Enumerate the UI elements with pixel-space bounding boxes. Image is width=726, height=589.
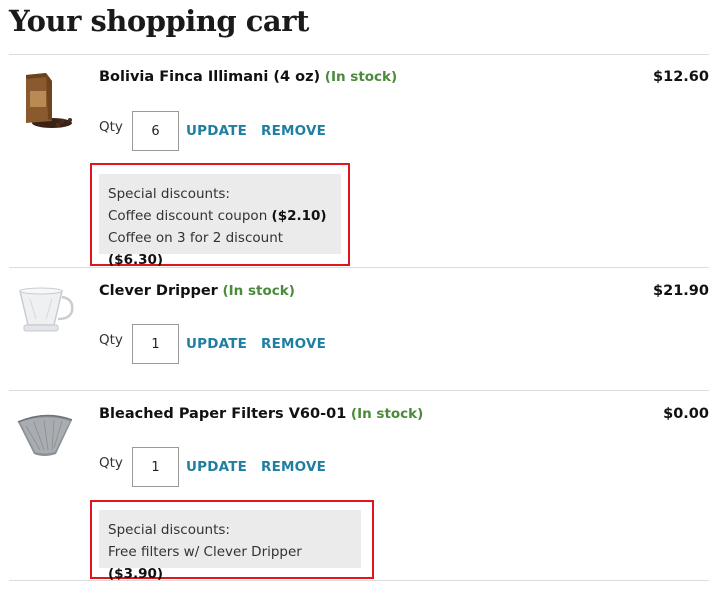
cart-item: Bleached Paper Filters V60-01 (In stock)… [0, 406, 726, 586]
cart-item: Bolivia Finca Illimani (4 oz) (In stock)… [0, 69, 726, 269]
cart-item: Clever Dripper (In stock) $21.90 Qty UPD… [0, 283, 726, 383]
discount-heading: Special discounts: [108, 186, 230, 202]
discount-heading: Special discounts: [108, 522, 230, 538]
qty-label: Qty [99, 332, 123, 348]
update-button[interactable]: UPDATE [186, 336, 247, 352]
quantity-input[interactable] [132, 447, 179, 487]
remove-button[interactable]: REMOVE [261, 336, 326, 352]
divider [9, 580, 709, 581]
item-price: $0.00 [663, 406, 709, 422]
remove-button[interactable]: REMOVE [261, 123, 326, 139]
discount-line: Coffee discount coupon ($2.10) [108, 205, 332, 227]
stock-status: (In stock) [350, 406, 424, 422]
remove-button[interactable]: REMOVE [261, 459, 326, 475]
qty-label: Qty [99, 119, 123, 135]
update-button[interactable]: UPDATE [186, 459, 247, 475]
qty-label: Qty [99, 455, 123, 471]
stock-status: (In stock) [222, 283, 295, 299]
paper-filter-icon[interactable] [12, 408, 78, 474]
stock-status: (In stock) [324, 69, 398, 85]
page-title: Your shopping cart [9, 4, 309, 38]
item-price: $12.60 [653, 69, 709, 85]
divider [9, 390, 709, 391]
coffee-bag-icon[interactable] [12, 69, 78, 135]
discount-box: Special discounts: Coffee discount coupo… [99, 174, 341, 268]
divider [9, 54, 709, 55]
product-name[interactable]: Clever Dripper [99, 283, 218, 299]
quantity-input[interactable] [132, 111, 179, 151]
item-title: Bleached Paper Filters V60-01 (In stock) [99, 406, 423, 422]
product-name[interactable]: Bolivia Finca Illimani (4 oz) [99, 69, 320, 85]
discount-line: Coffee on 3 for 2 discount ($6.30) [108, 227, 332, 271]
quantity-input[interactable] [132, 324, 179, 364]
discount-label: Free filters w/ Clever Dripper [108, 544, 302, 560]
item-title: Bolivia Finca Illimani (4 oz) (In stock) [99, 69, 397, 85]
discount-line: Free filters w/ Clever Dripper ($3.90) [108, 541, 352, 585]
discount-amount: ($6.30) [108, 252, 164, 268]
update-button[interactable]: UPDATE [186, 123, 247, 139]
item-price: $21.90 [653, 283, 709, 299]
discount-label: Coffee discount coupon [108, 208, 268, 224]
item-title: Clever Dripper (In stock) [99, 283, 295, 299]
divider [9, 267, 709, 268]
discount-amount: ($2.10) [271, 208, 327, 224]
discount-label: Coffee on 3 for 2 discount [108, 230, 284, 246]
discount-box: Special discounts: Free filters w/ Cleve… [99, 510, 361, 582]
product-name[interactable]: Bleached Paper Filters V60-01 [99, 406, 346, 422]
coffee-dripper-icon[interactable] [12, 283, 78, 349]
